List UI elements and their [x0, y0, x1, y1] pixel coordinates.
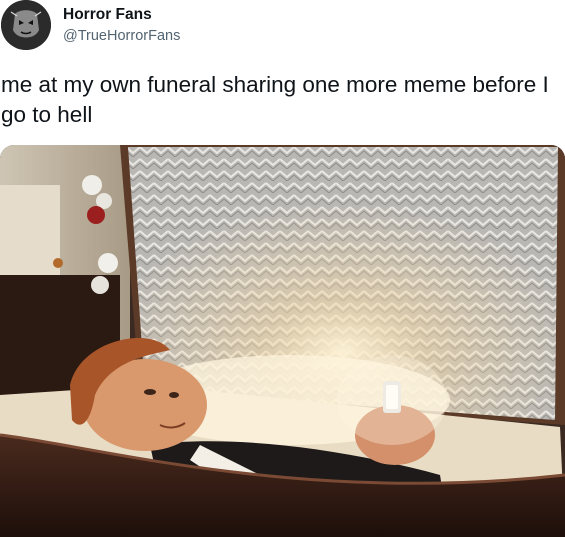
tweet-media-photo[interactable] — [0, 145, 565, 537]
user-handle[interactable]: @TrueHorrorFans — [63, 27, 180, 45]
photo-image — [0, 145, 565, 537]
avatar[interactable] — [1, 0, 51, 50]
horror-mask-icon — [1, 0, 51, 50]
display-name[interactable]: Horror Fans — [63, 6, 152, 24]
tweet-header: Horror Fans @TrueHorrorFans — [0, 0, 565, 56]
tweet-card: Horror Fans @TrueHorrorFans me at my own… — [0, 0, 565, 537]
tweet-text: me at my own funeral sharing one more me… — [1, 72, 549, 127]
